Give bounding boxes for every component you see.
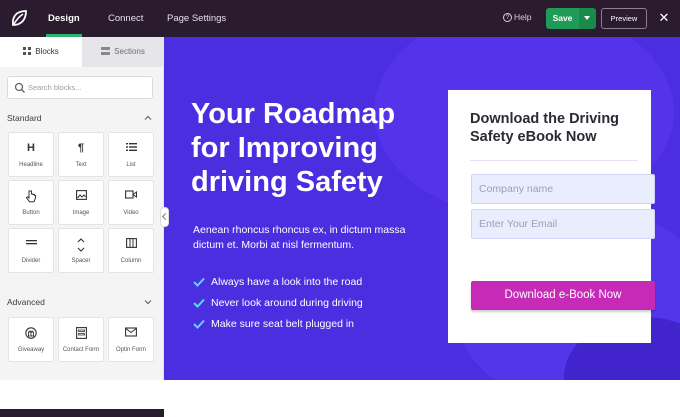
section-advanced-header[interactable]: Advanced [7,297,155,307]
email-field[interactable] [471,209,655,239]
block-label: Optin Form [115,347,146,353]
block-button[interactable]: Button [8,180,54,225]
block-label: List [126,162,136,168]
checkmark-icon [193,319,205,329]
search-input[interactable] [28,79,148,96]
form-title-line: Download the Driving [470,111,620,127]
tab-connect[interactable]: Connect [108,0,143,37]
video-icon [125,190,137,199]
block-label: Divider [21,258,41,264]
search-icon [14,82,25,93]
block-label: Button [22,210,40,216]
preview-button[interactable]: Preview [601,8,647,29]
help-icon: ? [503,13,512,22]
hero-subtitle[interactable]: Aenean rhoncus rhoncus ex, in dictum mas… [193,223,433,253]
company-name-field[interactable] [471,174,655,204]
contact-form-icon [75,327,87,339]
hero-subtitle-line: Aenean rhoncus rhoncus ex, in dictum mas… [193,224,406,236]
list-item-text: Never look around during driving [211,297,363,309]
grid-icon [23,47,32,55]
block-giveaway[interactable]: Giveaway [8,317,54,362]
list-icon [125,143,137,151]
form-title-line: Safety eBook Now [470,129,597,145]
block-column[interactable]: Column [108,228,154,273]
list-item: Make sure seat belt plugged in [193,317,453,338]
tab-design[interactable]: Design [46,0,82,37]
block-text[interactable]: ¶ Text [58,132,104,177]
tab-sections-label: Sections [114,47,145,56]
sidebar-tabs: Blocks Sections [0,37,164,67]
help-label: Help [514,12,532,22]
block-video[interactable]: Video [108,180,154,225]
download-ebook-button[interactable]: Download e-Book Now [471,281,655,310]
section-title: Standard [7,113,42,123]
checkmark-icon [193,298,205,308]
chevron-down-icon [144,300,152,305]
hero-subtitle-line: dictum et. Morbi at nisl fermentum. [193,239,355,251]
divider [470,160,638,161]
tab-blocks[interactable]: Blocks [0,37,82,67]
sidebar-footer [0,409,164,417]
list-item-text: Always have a look into the road [211,276,363,288]
block-image[interactable]: Image [58,180,104,225]
block-optin-form[interactable]: Optin Form [108,317,154,362]
divider-icon [25,240,37,245]
block-list[interactable]: List [108,132,154,177]
feature-checklist[interactable]: Always have a look into the road Never l… [193,275,453,338]
chevron-up-icon [144,115,152,120]
hero-headline-line: for Improving [191,132,378,164]
paragraph-icon: ¶ [77,142,85,154]
hero-headline-line: Your Roadmap [191,98,396,130]
optin-form: Download the Driving Safety eBook Now Do… [448,90,655,343]
block-label: Headline [19,162,43,168]
spacer-icon [77,238,85,252]
list-item-text: Make sure seat belt plugged in [211,318,355,330]
form-title[interactable]: Download the Driving Safety eBook Now [470,110,650,146]
collapse-sidebar-handle[interactable] [160,207,169,227]
hero-headline[interactable]: Your Roadmap for Improving driving Safet… [191,97,431,199]
save-options-chevron-down-icon[interactable] [579,8,596,29]
page-canvas: Your Roadmap for Improving driving Safet… [164,37,680,380]
column-icon [125,238,137,248]
tab-sections[interactable]: Sections [82,37,164,67]
email-input[interactable] [472,210,654,238]
pointer-icon [26,190,36,203]
close-icon[interactable]: ✕ [656,10,672,26]
image-icon [75,190,87,200]
heading-icon: H [27,142,35,154]
block-label: Text [75,162,87,168]
block-contact-form[interactable]: Contact Form [58,317,104,362]
help-link[interactable]: ? Help [503,12,531,22]
section-standard-header[interactable]: Standard [7,113,155,123]
block-label: Video [123,210,139,216]
block-headline[interactable]: H Headline [8,132,54,177]
block-label: Giveaway [17,347,45,353]
tab-blocks-label: Blocks [35,47,59,56]
block-divider[interactable]: Divider [8,228,54,273]
block-label: Column [120,258,142,264]
save-button[interactable]: Save [546,8,579,29]
block-spacer[interactable]: Spacer [58,228,104,273]
giveaway-icon [25,327,37,339]
search-blocks[interactable] [7,76,153,99]
company-name-input[interactable] [472,175,654,203]
list-item: Always have a look into the road [193,275,453,296]
sections-icon [101,47,111,55]
blocks-sidebar: Blocks Sections Standard H Headline ¶ Te… [0,37,164,417]
block-label: Contact Form [62,347,100,353]
tab-page-settings[interactable]: Page Settings [167,0,226,37]
seedprod-leaf-logo-icon[interactable] [8,7,30,29]
top-bar: Design Connect Page Settings ? Help Save … [0,0,680,37]
checkmark-icon [193,277,205,287]
block-label: Image [72,210,90,216]
block-label: Spacer [71,258,91,264]
hero-headline-line: driving Safety [191,166,383,198]
list-item: Never look around during driving [193,296,453,317]
section-title: Advanced [7,297,45,307]
envelope-icon [125,327,137,337]
